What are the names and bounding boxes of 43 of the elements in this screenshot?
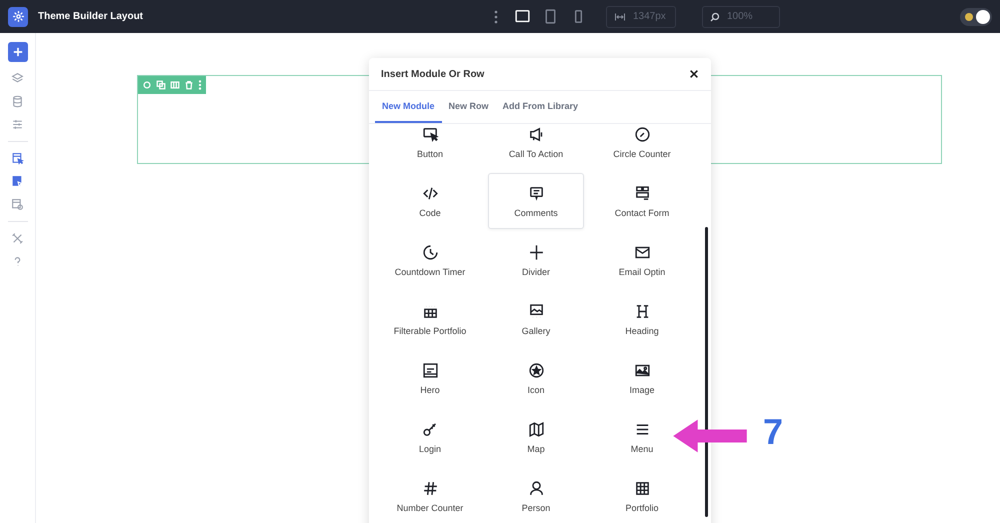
more-icon[interactable] [494,10,498,24]
code-icon [422,184,438,202]
settings-icon[interactable] [142,80,152,90]
divider-icon [528,244,544,260]
close-icon[interactable] [689,69,699,79]
form-icon [634,184,650,202]
sliders-icon[interactable] [11,118,24,131]
hash-icon [422,480,438,496]
database-icon[interactable] [11,95,24,108]
template-cursor-icon[interactable] [11,175,24,188]
desktop-icon [514,8,530,25]
person-icon [528,480,544,496]
tab[interactable]: New Row [442,91,496,123]
search-icon [709,10,721,22]
tools-icon[interactable] [11,232,24,245]
template-cursor-icon[interactable] [11,152,24,165]
annotation-number: 7 [763,411,784,453]
plus-icon [12,47,22,57]
scrollbar[interactable] [705,227,708,517]
gauge-icon [634,126,650,142]
hero-icon [422,362,438,378]
megaphone-icon [528,126,544,142]
theme-toggle[interactable] [960,8,992,26]
tab[interactable]: Add From Library [496,91,586,123]
more-icon[interactable] [198,80,202,90]
add-button[interactable] [8,42,28,62]
trash-icon[interactable] [184,80,194,90]
cursor-button-icon [422,126,438,142]
columns-icon[interactable] [170,80,180,90]
template-settings-icon[interactable] [11,198,24,211]
grid-icon [634,480,650,496]
module-tile[interactable]: Comments [488,173,584,229]
duplicate-icon[interactable] [156,80,166,90]
gear-icon [12,10,24,23]
map-icon [528,420,544,438]
width-icon [613,10,627,22]
key-icon [422,420,438,438]
dialog-title: Insert Module Or Row [381,68,484,80]
window-title: Theme Builder Layout [38,11,144,22]
settings-button[interactable] [8,6,28,26]
comment-icon [528,184,544,202]
clock-icon [422,244,438,260]
layers-icon[interactable] [11,72,24,85]
